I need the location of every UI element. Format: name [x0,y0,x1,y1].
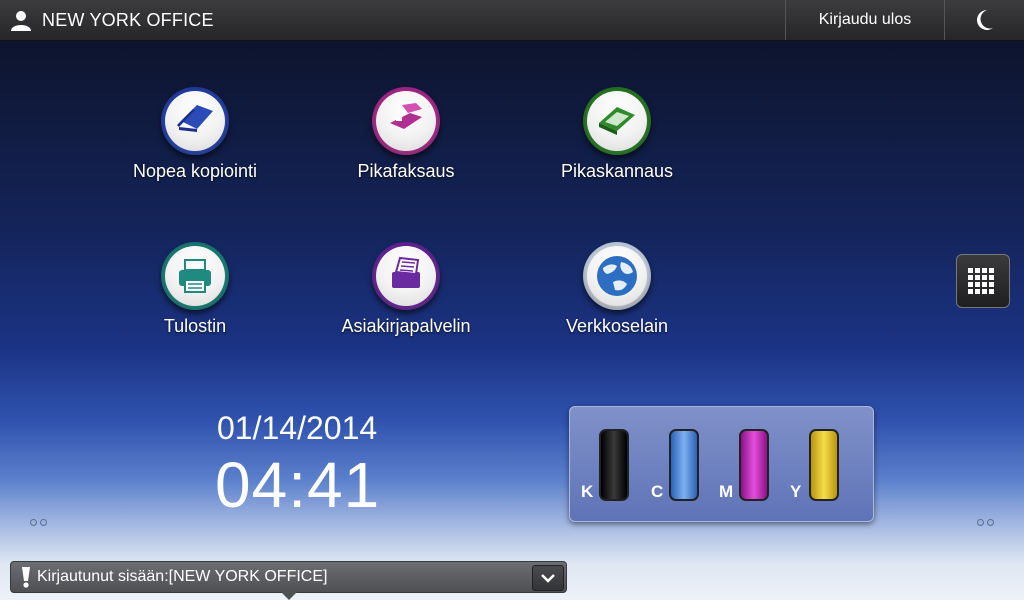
expand-status-button[interactable] [532,565,564,591]
user-icon [11,11,31,31]
app-web-browser[interactable]: Verkkoselain [527,242,707,337]
apps-grid-button[interactable] [956,254,1010,308]
user-info: NEW YORK OFFICE [10,0,214,40]
office-title: NEW YORK OFFICE [42,9,214,30]
sleep-button[interactable] [944,0,1024,40]
toner-level-panel[interactable]: K C M Y [569,406,874,522]
time-display: 04:41 [215,449,381,521]
app-label: Pikafaksaus [357,161,455,181]
date-display: 01/14/2014 [217,410,378,446]
app-quick-fax[interactable]: Pikafaksaus [316,87,496,182]
app-label: Nopea kopiointi [132,161,258,181]
app-quick-copy[interactable]: Nopea kopiointi [105,87,285,182]
exclamation-icon [22,567,30,588]
printer-icon [161,242,229,310]
globe-icon [583,242,651,310]
top-bar: NEW YORK OFFICE Kirjaudu ulos [0,0,1024,41]
logout-button[interactable]: Kirjaudu ulos [785,0,945,40]
toner-letter-k: K [581,482,594,501]
toner-bar-black [599,429,629,501]
app-quick-scan[interactable]: Pikaskannaus [527,87,707,182]
moon-icon [977,10,993,30]
app-label: Asiakirjapalvelin [341,316,471,336]
toner-letter-y: Y [790,482,802,501]
toner-letter-m: M [719,482,734,501]
app-printer[interactable]: Tulostin [105,242,285,337]
status-text: Kirjautunut sisään:[NEW YORK OFFICE] [37,568,328,585]
app-label: Pikaskannaus [560,161,674,181]
toner-bar-magenta [739,429,769,501]
fax-icon [372,87,440,155]
page-indicator-left[interactable] [30,519,47,526]
grid-icon [968,268,994,294]
app-document-server[interactable]: Asiakirjapalvelin [316,242,496,337]
document-server-icon [372,242,440,310]
app-label: Tulostin [163,316,227,336]
chevron-down-icon [541,574,555,583]
scanner-icon [583,87,651,155]
toner-bar-yellow [809,429,839,501]
copy-icon [161,87,229,155]
status-bar[interactable]: Kirjautunut sisään:[NEW YORK OFFICE] [10,561,567,600]
app-label: Verkkoselain [565,316,669,336]
toner-bar-cyan [669,429,699,501]
page-indicator-right[interactable] [977,519,994,526]
toner-letter-c: C [651,482,664,501]
